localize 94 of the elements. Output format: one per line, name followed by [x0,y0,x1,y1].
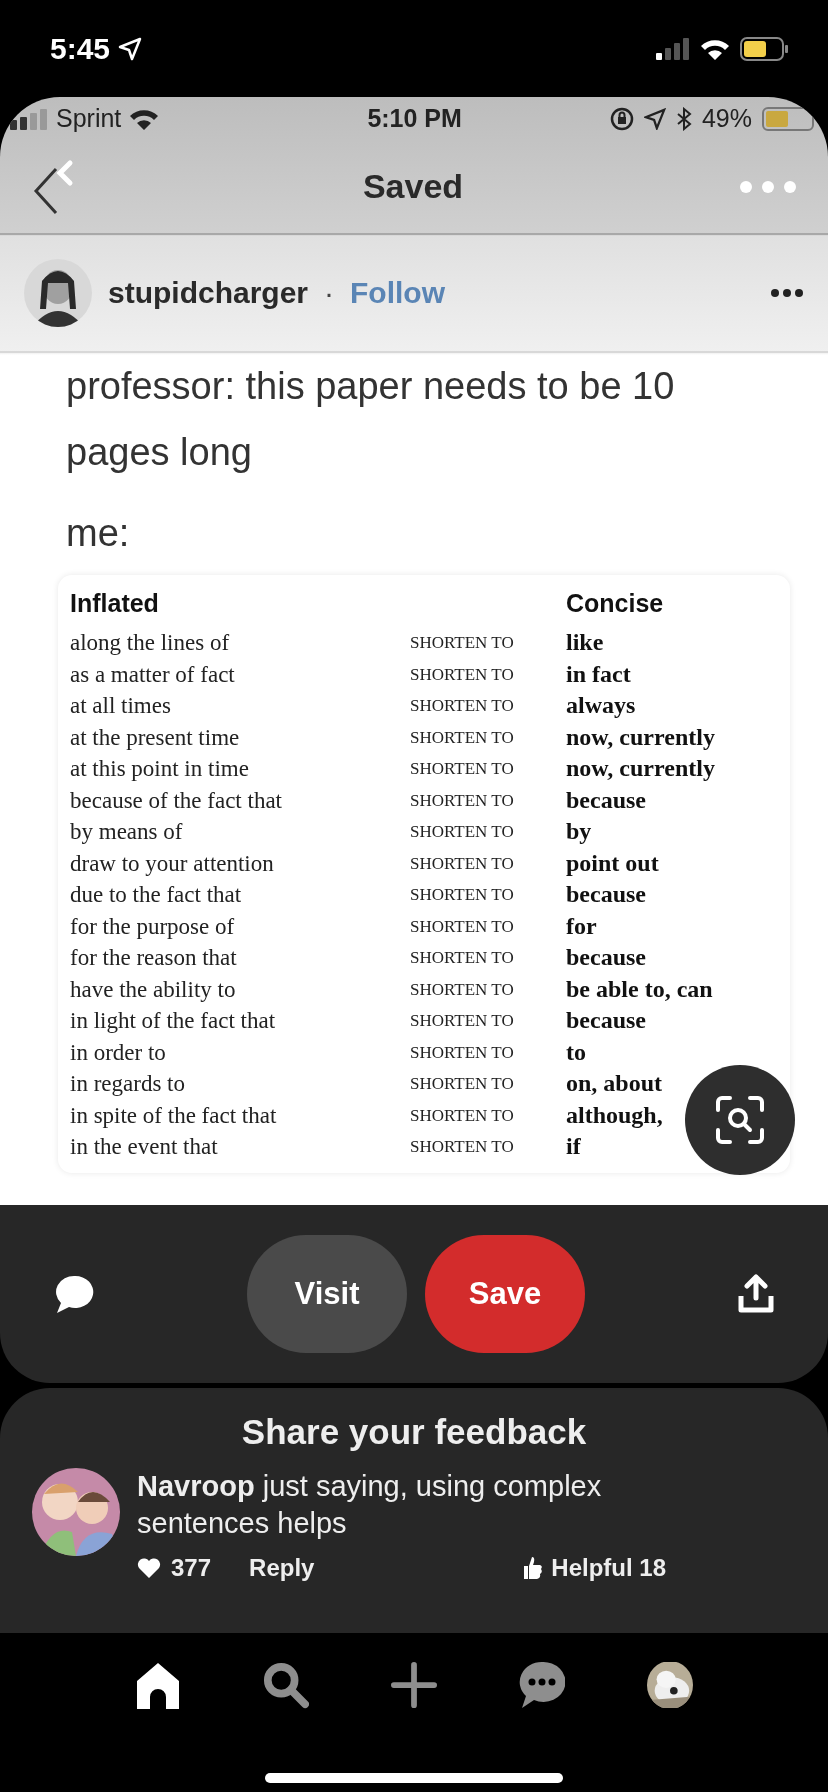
comment-icon[interactable] [54,1274,94,1314]
concise-phrase: because [566,1006,646,1035]
shorten-label: SHORTEN TO [410,947,515,969]
like-count: 377 [171,1554,212,1582]
shorten-label: SHORTEN TO [410,1041,515,1064]
shorten-label: SHORTEN TO [410,632,515,654]
concise-phrase: like [566,628,604,657]
inflated-phrase: by means of [70,818,184,846]
inflated-phrase: at all times [70,692,172,720]
feedback-title: Share your feedback [241,1412,587,1452]
home-icon [136,1661,180,1709]
shorten-label: SHORTEN TO [410,884,515,906]
shorten-label: SHORTEN TO [410,1073,515,1095]
concise-phrase: although, [566,1100,663,1130]
inflated-phrase: have the ability to [70,975,237,1004]
inflated-phrase: due to the fact that [70,881,243,909]
status-time: 5:45 [50,31,111,66]
inflated-phrase: in the event that [70,1133,219,1161]
shorten-label: SHORTEN TO [410,821,515,843]
column-header: Inflated [70,589,160,619]
concise-phrase: for [566,911,597,941]
shorten-label: SHORTEN TO [410,789,515,812]
status-time: 5:10 PM [367,104,462,133]
shorten-label: SHORTEN TO [410,915,515,938]
shorten-label: SHORTEN TO [410,852,515,875]
heart-icon[interactable] [137,1557,161,1579]
inflated-phrase: in light of the fact that [70,1007,277,1035]
rotation-lock-icon [609,106,634,131]
nav-tab[interactable] [519,1661,565,1709]
concise-phrase: now, currently [566,722,715,752]
battery-icon [740,36,788,61]
concise-phrase: on, about [566,1069,663,1098]
battery-icon [762,106,814,131]
comment-text: Navroop just saying, using complex sentences helps [137,1469,603,1541]
concise-phrase: because [566,943,646,972]
caption-text: me: [66,513,131,553]
chat-bubble-icon [519,1661,565,1709]
shorten-label: SHORTEN TO [410,978,515,1001]
concise-phrase: now, currently [566,754,715,783]
inflated-phrase: along the lines of [70,629,231,657]
concise-phrase: because [566,880,646,909]
nav-tab[interactable] [647,1661,693,1709]
inflated-phrase: at the present time [70,723,241,752]
concise-phrase: point out [566,848,659,878]
shorten-label: SHORTEN TO [410,1136,515,1158]
concise-phrase: because [566,785,646,815]
shorten-label: SHORTEN TO [410,663,515,686]
more-icon [738,178,798,195]
concise-phrase: be able to, can [566,974,713,1004]
visit-button[interactable]: Visit [247,1235,407,1353]
helpful-button[interactable]: Helpful 18 [523,1554,666,1582]
wifi-icon [129,107,160,130]
shorten-label: SHORTEN TO [410,1010,515,1032]
concise-phrase: to [566,1037,586,1067]
bluetooth-icon [675,106,692,131]
author-name[interactable]: stupidcharger [108,276,309,310]
inflated-phrase: for the reason that [70,944,238,972]
inflated-phrase: in order to [70,1038,167,1067]
shorten-label: SHORTEN TO [410,1104,515,1127]
nav-tab[interactable] [135,1661,181,1709]
wifi-icon [700,37,730,60]
concise-phrase: by [566,817,592,846]
inflated-phrase: in spite of the fact that [70,1101,278,1130]
nav-tab[interactable] [391,1661,437,1709]
inflated-phrase: at this point in time [70,755,250,783]
shorten-label: SHORTEN TO [410,758,515,780]
inflated-phrase: as a matter of fact [70,660,236,689]
signal-icon [10,107,48,130]
shorten-label: SHORTEN TO [410,726,515,749]
share-icon[interactable] [738,1274,774,1314]
search-icon [263,1661,309,1709]
location-arrow-icon [643,107,666,130]
column-header: Concise [566,589,665,619]
separator-dot: · [324,276,335,310]
plus-icon [391,1661,437,1709]
inflated-phrase: for the purpose of [70,912,236,941]
visual-search-icon [715,1095,765,1145]
location-arrow-icon [118,36,143,61]
inflated-phrase: because of the fact that [70,786,283,815]
inflated-phrase: draw to your attention [70,849,275,878]
page-title: Saved [362,167,464,206]
nav-tab[interactable] [263,1661,309,1709]
shorten-label: SHORTEN TO [410,695,515,717]
signal-icon [656,37,690,60]
more-icon [770,288,804,298]
reply-link[interactable]: Reply [249,1554,315,1582]
concise-phrase: always [566,691,636,720]
carrier-name: Sprint [56,104,122,133]
concise-phrase: in fact [566,659,631,689]
inflated-phrase: in regards to [70,1070,186,1098]
thumbs-up-icon [523,1556,544,1580]
save-button[interactable]: Save [425,1235,585,1353]
battery-percent: 49% [701,104,752,133]
concise-phrase: if [566,1132,581,1161]
